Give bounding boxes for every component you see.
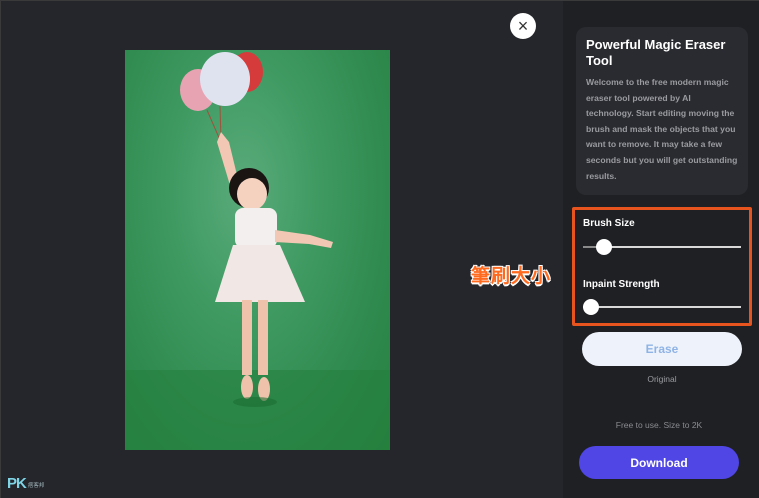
- brush-size-slider[interactable]: [583, 239, 741, 255]
- brush-size-thumb[interactable]: [595, 239, 612, 255]
- download-button[interactable]: Download: [579, 446, 739, 479]
- brush-controls-highlight: Brush Size Inpaint Strength: [572, 207, 752, 326]
- erase-button[interactable]: Erase: [582, 332, 742, 366]
- info-card: Powerful Magic Eraser Tool Welcome to th…: [576, 27, 748, 195]
- annotation-label: 筆刷大小: [471, 266, 552, 287]
- watermark-logo-text: PK: [7, 475, 27, 492]
- free-note: Free to use. Size to 2K: [615, 420, 703, 430]
- inpaint-strength-slider[interactable]: [583, 299, 741, 315]
- brush-size-label: Brush Size: [583, 218, 635, 229]
- inpaint-strength-thumb[interactable]: [583, 299, 599, 315]
- info-title: Powerful Magic Eraser Tool: [586, 37, 726, 68]
- inpaint-strength-label: Inpaint Strength: [583, 279, 660, 290]
- photo-illustration: [125, 52, 390, 450]
- original-link[interactable]: Original: [582, 374, 742, 384]
- watermark-text: 痞客邦: [27, 483, 45, 489]
- watermark-logo: PK 痞客邦: [7, 475, 44, 492]
- close-icon[interactable]: ×: [510, 13, 536, 39]
- info-description: Welcome to the free modern magic eraser …: [586, 77, 738, 181]
- uploaded-photo[interactable]: [125, 50, 390, 450]
